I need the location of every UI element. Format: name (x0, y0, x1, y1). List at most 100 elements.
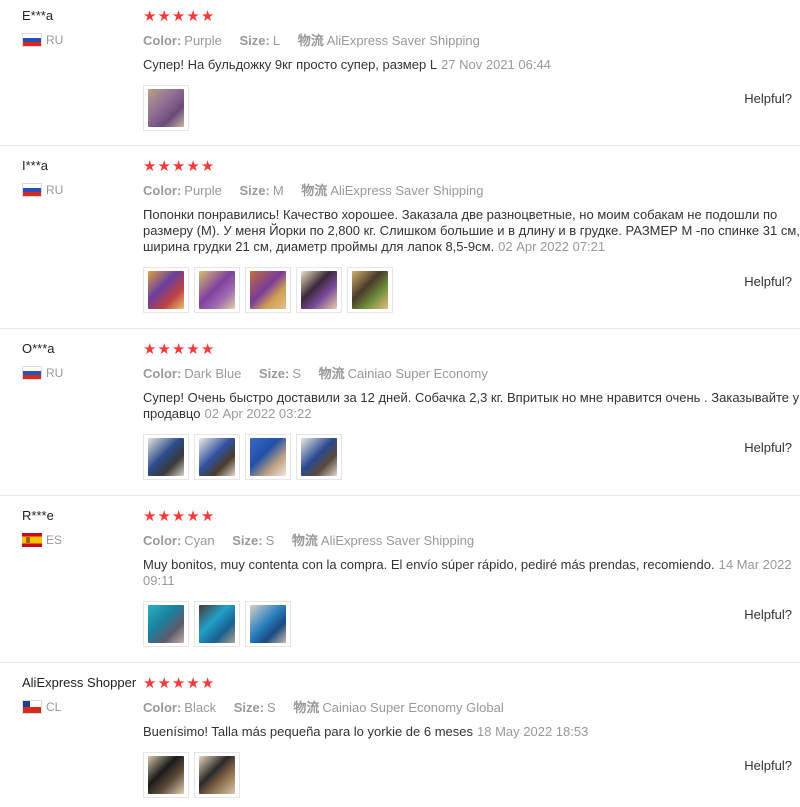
reviewer-info: I***a RU (22, 158, 140, 197)
size-label: Size: (232, 533, 263, 548)
review-text: Buenísimo! Talla más pequeña para lo yor… (143, 724, 800, 740)
star-icon: ★ (171, 507, 186, 525)
review-photo[interactable] (194, 752, 240, 798)
color-label: Color: (143, 183, 182, 198)
review-photo[interactable] (296, 434, 342, 480)
country-code: RU (46, 183, 64, 197)
review-photo[interactable] (245, 601, 291, 647)
size-label: Size: (239, 183, 270, 198)
review-content: Muy bonitos, muy contenta con la compra.… (143, 557, 715, 572)
color-label: Color: (143, 533, 182, 548)
star-icon: ★ (143, 507, 157, 525)
review-item: I***a RU ★ ★ ★ ★ ★ Color: Purple Size: M 物流 Ali… (0, 150, 800, 329)
country-code: CL (46, 700, 62, 714)
color-value: Cyan (184, 533, 215, 548)
color-label: Color: (143, 366, 182, 381)
reviewer-country: RU (22, 183, 140, 197)
review-text: Попонки понравились! Качество хорошее. З… (143, 207, 800, 255)
star-icon: ★ (157, 507, 171, 525)
review-text: Muy bonitos, muy contenta con la compra.… (143, 557, 800, 589)
review-photo[interactable] (143, 434, 189, 480)
review-attributes: Color: Purple Size: L 物流 AliExpress Saver S… (143, 30, 800, 49)
helpful-button[interactable]: Helpful? (744, 607, 792, 622)
color-value: Black (184, 700, 217, 715)
star-icon: ★ (157, 157, 171, 175)
size-value: S (267, 700, 276, 715)
color-value: Dark Blue (184, 366, 242, 381)
size-label: Size: (233, 700, 265, 715)
review-content: Попонки понравились! Качество хорошее. З… (143, 207, 800, 254)
reviewer-name: O***a (22, 341, 55, 356)
size-value: M (272, 183, 284, 198)
review-content: Супер! На бульдожку 9кг просто супер, ра… (143, 57, 438, 72)
star-icon: ★ (157, 7, 171, 25)
reviewer-info: E***a RU (22, 8, 140, 47)
color-value: Purple (184, 33, 222, 48)
review-photo[interactable] (296, 267, 342, 313)
star-icon: ★ (171, 340, 186, 358)
helpful-button[interactable]: Helpful? (744, 440, 792, 455)
color-label: Color: (143, 33, 182, 48)
shipping-value: AliExpress Saver Shipping (320, 533, 475, 548)
reviewer-country: CL (22, 700, 140, 714)
star-icon: ★ (200, 674, 215, 692)
star-icon: ★ (143, 7, 157, 25)
flag-ru-icon (22, 366, 42, 380)
star-icon: ★ (171, 157, 186, 175)
flag-ru-icon (22, 33, 42, 47)
review-photo[interactable] (245, 267, 291, 313)
star-icon: ★ (143, 674, 157, 692)
review-text: Супер! На бульдожку 9кг просто супер, ра… (143, 57, 800, 73)
review-body: ★ ★ ★ ★ ★ Color: Purple Size: L 物流 AliExpress S… (143, 8, 800, 131)
review-item: AliExpress Shopper CL ★ ★ ★ ★ ★ Color: Black … (0, 667, 800, 807)
review-photos (143, 267, 800, 313)
star-icon: ★ (171, 7, 186, 25)
flag-ru-icon (22, 183, 42, 197)
review-content: Buenísimo! Talla más pequeña para lo yor… (143, 724, 474, 739)
color-value: Purple (184, 183, 222, 198)
helpful-button[interactable]: Helpful? (744, 758, 792, 773)
review-photo[interactable] (143, 267, 189, 313)
reviewer-name: E***a (22, 8, 54, 23)
review-photo[interactable] (347, 267, 393, 313)
star-icon: ★ (157, 340, 171, 358)
review-photo[interactable] (143, 752, 189, 798)
star-icon: ★ (186, 674, 200, 692)
shipping-value: AliExpress Saver Shipping (326, 33, 480, 48)
review-date: 18 May 2022 18:53 (477, 724, 589, 739)
shipping-label: 物流 (318, 366, 345, 381)
shipping-label: 物流 (293, 700, 320, 715)
review-photo[interactable] (143, 85, 189, 131)
shipping-value: AliExpress Saver Shipping (330, 183, 484, 198)
flag-es-icon (22, 533, 42, 547)
star-icon: ★ (143, 340, 157, 358)
review-attributes: Color: Purple Size: M 物流 AliExpress Saver S… (143, 180, 800, 199)
reviewer-country: ES (22, 533, 140, 547)
star-rating: ★ ★ ★ ★ ★ (143, 675, 800, 691)
review-photo[interactable] (194, 267, 240, 313)
review-date: 02 Apr 2022 03:22 (204, 406, 312, 421)
shipping-label: 物流 (301, 183, 328, 198)
star-icon: ★ (200, 340, 215, 358)
review-photo[interactable] (245, 434, 291, 480)
review-photo[interactable] (194, 601, 240, 647)
shipping-value: Cainiao Super Economy (347, 366, 488, 381)
review-photo[interactable] (194, 434, 240, 480)
helpful-button[interactable]: Helpful? (744, 91, 792, 106)
country-code: ES (46, 533, 63, 547)
review-attributes: Color: Black Size: S 物流 Cainiao Super Econo… (143, 697, 800, 716)
country-code: RU (46, 366, 64, 380)
size-value: S (265, 533, 275, 548)
review-body: ★ ★ ★ ★ ★ Color: Cyan Size: S 物流 AliExpress Sav… (143, 508, 800, 647)
shipping-label: 物流 (291, 533, 318, 548)
review-item: O***a RU ★ ★ ★ ★ ★ Color: Dark Blue Size: S 物流… (0, 333, 800, 496)
reviewer-info: R***e ES (22, 508, 140, 547)
size-value: L (272, 33, 281, 48)
review-photo[interactable] (143, 601, 189, 647)
helpful-button[interactable]: Helpful? (744, 274, 792, 289)
review-attributes: Color: Dark Blue Size: S 物流 Cainiao Super E… (143, 363, 800, 382)
star-icon: ★ (157, 674, 171, 692)
color-label: Color: (143, 700, 182, 715)
reviewer-name: I***a (22, 158, 49, 173)
review-attributes: Color: Cyan Size: S 物流 AliExpress Saver Shi… (143, 530, 800, 549)
